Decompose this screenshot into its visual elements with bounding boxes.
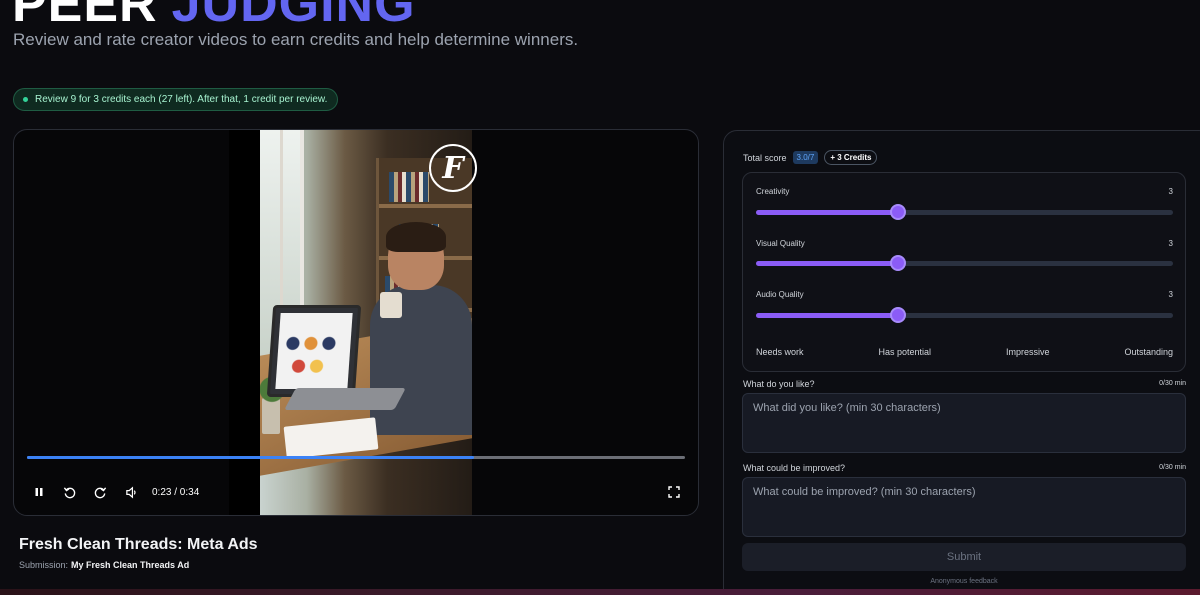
submission-name: My Fresh Clean Threads Ad	[71, 560, 190, 570]
bottom-taskbar-strip	[0, 589, 1200, 595]
criterion-label-creativity: Creativity	[756, 187, 790, 196]
improve-feedback-input[interactable]	[742, 477, 1186, 537]
criterion-value-visual-quality: 3	[1168, 239, 1173, 248]
creativity-slider[interactable]	[756, 204, 1173, 220]
submission-line: Submission: My Fresh Clean Threads Ad	[19, 560, 189, 570]
slider-fill	[756, 261, 898, 266]
improve-field-label: What could be improved?	[743, 463, 846, 473]
total-score-row: Total score 3.0/7 + 3 Credits	[743, 150, 878, 165]
criteria-sliders: Creativity 3 Visual Quality 3 Audio Qual…	[742, 172, 1186, 372]
scale-has-potential: Has potential	[878, 347, 932, 357]
forward-button[interactable]	[91, 483, 109, 501]
audio-quality-slider[interactable]	[756, 307, 1173, 323]
slider-fill	[756, 210, 898, 215]
submit-button[interactable]: Submit	[742, 543, 1186, 571]
credit-notice-text: Review 9 for 3 credits each (27 left). A…	[35, 94, 328, 105]
video-progress-fill	[27, 456, 475, 459]
rewind-button[interactable]	[60, 483, 78, 501]
like-char-count: 0/30 min	[1159, 380, 1186, 387]
criterion-label-visual-quality: Visual Quality	[756, 239, 805, 248]
video-progress-bar[interactable]	[27, 456, 685, 459]
total-score-label: Total score	[743, 152, 787, 163]
anonymous-note: Anonymous feedback	[930, 578, 998, 585]
volume-icon	[125, 486, 136, 498]
slider-thumb[interactable]	[889, 255, 906, 271]
scale-outstanding: Outstanding	[1124, 347, 1173, 357]
video-time: 0:23 / 0:34	[152, 487, 200, 498]
title-word-peer: PEER	[12, 0, 158, 33]
criterion-label-audio-quality: Audio Quality	[756, 290, 804, 299]
visual-quality-slider[interactable]	[756, 255, 1173, 271]
forward-icon	[94, 486, 106, 498]
page-subtitle: Review and rate creator videos to earn c…	[13, 30, 579, 49]
page-title: PEER JUDGING	[12, 0, 416, 30]
criterion-value-creativity: 3	[1168, 187, 1173, 196]
improve-char-count: 0/30 min	[1159, 464, 1186, 471]
title-word-judging: JUDGING	[171, 0, 416, 33]
fullscreen-button[interactable]	[665, 483, 683, 501]
video-player[interactable]: F 0:23 / 0:34	[13, 129, 699, 516]
video-title: Fresh Clean Threads: Meta Ads	[19, 536, 258, 553]
volume-button[interactable]	[122, 483, 140, 501]
criterion-value-audio-quality: 3	[1168, 290, 1173, 299]
rating-scale: Needs work Has potential Impressive Outs…	[756, 347, 1173, 357]
like-feedback-input[interactable]	[742, 393, 1186, 453]
like-field-label: What do you like?	[743, 379, 815, 389]
submission-label: Submission:	[19, 560, 69, 570]
scale-impressive: Impressive	[1005, 347, 1050, 357]
slider-fill	[756, 313, 898, 318]
rewind-icon	[63, 486, 75, 498]
pause-button[interactable]	[30, 483, 48, 501]
scale-needs-work: Needs work	[756, 347, 804, 357]
status-dot-icon	[23, 97, 28, 102]
fullscreen-icon	[668, 486, 680, 498]
credits-badge: + 3 Credits	[824, 150, 878, 165]
pause-icon	[35, 488, 43, 496]
slider-thumb[interactable]	[889, 204, 906, 220]
brand-logo: F	[429, 144, 477, 192]
credit-notice-badge: Review 9 for 3 credits each (27 left). A…	[13, 88, 339, 111]
total-score-badge: 3.0/7	[792, 151, 819, 164]
slider-thumb[interactable]	[889, 307, 906, 323]
